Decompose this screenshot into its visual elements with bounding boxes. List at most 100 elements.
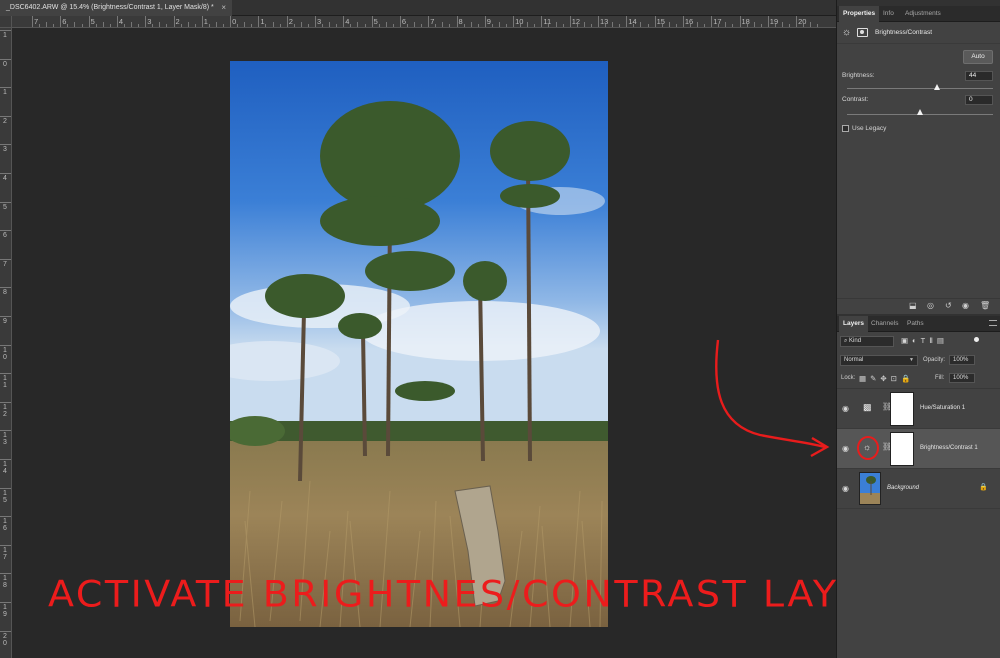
blend-mode-select[interactable]: Normal ▼ bbox=[840, 355, 918, 366]
ruler-minor-tick bbox=[555, 22, 557, 27]
ruler-label: 14 bbox=[628, 17, 637, 26]
visibility-icon[interactable]: ◉ bbox=[962, 301, 969, 310]
ruler-minor-tick bbox=[95, 24, 97, 27]
ruler-tick bbox=[0, 58, 11, 60]
ruler-label: 2 bbox=[3, 117, 7, 125]
ruler-tick bbox=[0, 544, 11, 546]
brightness-value-field[interactable]: 44 bbox=[965, 71, 993, 81]
ruler-label: 20 bbox=[798, 17, 807, 26]
layers-panel: ⌕ Kind ▣◐TⅡ▤ Normal ▼ Opacity: 100% Lock… bbox=[837, 332, 1000, 658]
reset-icon[interactable]: ↺ bbox=[945, 301, 952, 310]
fill-field[interactable]: 100% bbox=[949, 373, 975, 383]
brightness-label: Brightness: bbox=[842, 72, 875, 79]
ruler-minor-tick bbox=[300, 22, 302, 27]
ruler-minor-tick bbox=[307, 24, 309, 27]
lock-label: Lock: bbox=[841, 375, 856, 381]
ruler-minor-tick bbox=[817, 24, 819, 27]
ruler-tick bbox=[513, 16, 515, 27]
ruler-label: 6 bbox=[401, 17, 407, 26]
lock-options-icons[interactable]: ▦✎✥⊡🔒 bbox=[859, 374, 914, 383]
horizontal-ruler[interactable]: 7 6 5 4 3 2 1 0 1 2 3 4 5 6 7 8 9 10 11 12 13 14 15 16 17 18 19 20 bbox=[12, 16, 836, 28]
ruler-minor-tick bbox=[463, 24, 465, 27]
eye-icon[interactable]: ◉ bbox=[842, 484, 849, 493]
layer-name: Brightness/Contrast 1 bbox=[920, 445, 978, 451]
view-previous-icon[interactable]: ◎ bbox=[927, 301, 934, 310]
layer-mask-thumbnail[interactable] bbox=[890, 392, 914, 426]
document-tab[interactable]: _DSC6402.ARW @ 15.4% (Brightness/Contras… bbox=[0, 0, 232, 16]
ruler-label: 4 bbox=[345, 17, 350, 26]
annotation-arrow bbox=[715, 339, 830, 458]
layer-filter-select[interactable]: ⌕ Kind bbox=[840, 336, 894, 347]
brightness-slider-thumb[interactable] bbox=[934, 84, 941, 90]
tab-channels[interactable]: Channels bbox=[867, 316, 902, 332]
ruler-tick bbox=[0, 115, 11, 117]
ruler-minor-tick bbox=[74, 22, 76, 27]
ruler-minor-tick bbox=[760, 24, 762, 27]
filter-toggle-icon[interactable] bbox=[974, 337, 979, 342]
chevron-down-icon: ▼ bbox=[909, 357, 914, 363]
ruler-label: 0 bbox=[232, 17, 237, 26]
ruler-tick bbox=[343, 16, 345, 27]
ruler-minor-tick bbox=[187, 22, 189, 27]
brightness-slider-track[interactable] bbox=[847, 88, 993, 89]
ruler-label: 19 bbox=[3, 604, 7, 618]
tab-adjustments[interactable]: Adjustments bbox=[901, 6, 945, 22]
ruler-tick bbox=[0, 602, 11, 603]
photo-thumbnail[interactable] bbox=[859, 472, 881, 505]
ruler-label: 11 bbox=[3, 375, 7, 390]
contrast-slider-thumb[interactable] bbox=[916, 109, 923, 115]
layer-row-background[interactable]: ◉ Background 🔒 bbox=[837, 469, 1000, 509]
layer-mask-icon[interactable] bbox=[857, 28, 868, 37]
filter-icons[interactable]: ▣◐TⅡ▤ bbox=[901, 336, 948, 345]
canvas-photo[interactable] bbox=[230, 61, 608, 627]
ruler-minor-tick bbox=[272, 22, 274, 27]
ruler-minor-tick bbox=[123, 24, 125, 27]
annotation-text: ACTIVATE BRIGHTNES/CONTRAST LAYER bbox=[48, 573, 895, 615]
ruler-minor-tick bbox=[781, 22, 783, 27]
ruler-minor-tick bbox=[53, 24, 55, 27]
tab-info[interactable]: Info bbox=[879, 6, 898, 22]
eye-icon[interactable]: ◉ bbox=[842, 444, 849, 453]
ruler-tick bbox=[0, 630, 11, 632]
ruler-label: 15 bbox=[3, 489, 7, 504]
tab-layers[interactable]: Layers bbox=[839, 316, 868, 332]
ruler-label: 9 bbox=[3, 318, 7, 325]
ruler-label: 13 bbox=[600, 17, 609, 26]
ruler-label: 17 bbox=[3, 546, 7, 561]
ruler-minor-tick bbox=[152, 24, 154, 27]
ruler-minor-tick bbox=[180, 24, 182, 27]
ruler-tick bbox=[428, 16, 430, 27]
ruler-minor-tick bbox=[789, 24, 791, 27]
ruler-tick bbox=[0, 344, 11, 346]
layer-row-brightness-contrast[interactable]: ◉ ☼ ⛓ Brightness/Contrast 1 bbox=[837, 429, 1000, 469]
ruler-minor-tick bbox=[647, 24, 649, 27]
ruler-minor-tick bbox=[725, 22, 727, 27]
tab-properties[interactable]: Properties bbox=[839, 6, 880, 22]
ruler-label: 19 bbox=[769, 17, 779, 26]
ruler-tick bbox=[116, 16, 118, 27]
trash-icon[interactable]: 🗑 bbox=[980, 301, 990, 310]
ruler-corner[interactable] bbox=[0, 16, 12, 28]
ruler-label: 10 bbox=[3, 346, 7, 361]
layer-row-hue-saturation[interactable]: ◉ ▩ ⛓ Hue/Saturation 1 bbox=[837, 389, 1000, 429]
ruler-minor-tick bbox=[194, 24, 196, 27]
ruler-minor-tick bbox=[562, 24, 564, 27]
panel-menu-icon[interactable] bbox=[989, 320, 997, 326]
ruler-minor-tick bbox=[506, 24, 508, 27]
ruler-tick bbox=[0, 401, 11, 403]
auto-button[interactable]: Auto bbox=[963, 50, 993, 64]
close-icon[interactable]: × bbox=[221, 0, 226, 16]
use-legacy-checkbox[interactable] bbox=[842, 125, 849, 132]
layer-name: Hue/Saturation 1 bbox=[920, 405, 966, 411]
contrast-value-field[interactable]: 0 bbox=[965, 95, 993, 105]
tab-paths[interactable]: Paths bbox=[903, 316, 928, 332]
opacity-field[interactable]: 100% bbox=[949, 355, 975, 365]
layer-mask-thumbnail[interactable] bbox=[890, 432, 914, 466]
clip-to-layer-icon[interactable]: ⬓ bbox=[909, 301, 917, 310]
right-panel-column: Properties Info Adjustments ☼ Brightness… bbox=[836, 0, 1000, 658]
ruler-tick bbox=[399, 16, 401, 27]
vertical-ruler[interactable]: 1 0 1 2 3 4 5 6 7 8 9 10 11 12 13 14 15 16 17 18 19 20 bbox=[0, 28, 12, 658]
ruler-minor-tick bbox=[46, 22, 48, 27]
eye-icon[interactable]: ◉ bbox=[842, 404, 849, 413]
photo-thumbnail-image bbox=[860, 473, 880, 504]
